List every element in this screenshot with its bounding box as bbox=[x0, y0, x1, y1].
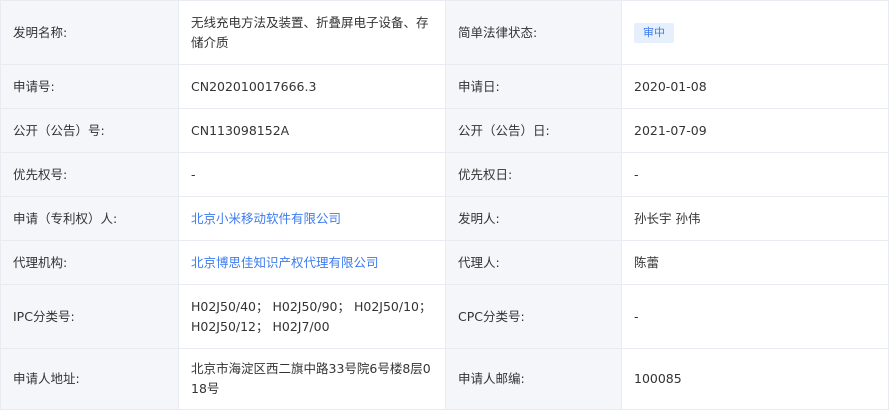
agency-link[interactable]: 北京博思佳知识产权代理有限公司 bbox=[191, 255, 379, 270]
legal-status-label: 简单法律状态: bbox=[445, 0, 622, 65]
publication-number-label: 公开（公告）号: bbox=[0, 108, 179, 153]
cpc-value: - bbox=[621, 284, 889, 349]
legal-status-cell: 审中 bbox=[621, 0, 889, 65]
agent-label: 代理人: bbox=[445, 240, 622, 285]
row-priority: 优先权号: - 优先权日: - bbox=[0, 152, 889, 197]
patent-info-table: 发明名称: 无线充电方法及装置、折叠屏电子设备、存储介质 简单法律状态: 审中 … bbox=[0, 0, 889, 410]
application-date-label: 申请日: bbox=[445, 64, 622, 109]
status-badge: 审中 bbox=[634, 23, 674, 43]
inventor-value: 孙长宇 孙伟 bbox=[621, 196, 889, 241]
applicant-postcode-label: 申请人邮编: bbox=[445, 348, 622, 410]
invention-title-value: 无线充电方法及装置、折叠屏电子设备、存储介质 bbox=[178, 0, 446, 65]
publication-date-label: 公开（公告）日: bbox=[445, 108, 622, 153]
priority-number-label: 优先权号: bbox=[0, 152, 179, 197]
agency-label: 代理机构: bbox=[0, 240, 179, 285]
inventor-label: 发明人: bbox=[445, 196, 622, 241]
ipc-label: IPC分类号: bbox=[0, 284, 179, 349]
applicant-cell: 北京小米移动软件有限公司 bbox=[178, 196, 446, 241]
application-number-value: CN202010017666.3 bbox=[178, 64, 446, 109]
ipc-value: H02J50/40； H02J50/90； H02J50/10； H02J50/… bbox=[178, 284, 446, 349]
priority-number-value: - bbox=[178, 152, 446, 197]
priority-date-value: - bbox=[621, 152, 889, 197]
priority-date-label: 优先权日: bbox=[445, 152, 622, 197]
cpc-label: CPC分类号: bbox=[445, 284, 622, 349]
applicant-postcode-value: 100085 bbox=[621, 348, 889, 410]
publication-date-value: 2021-07-09 bbox=[621, 108, 889, 153]
agent-value: 陈蕾 bbox=[621, 240, 889, 285]
applicant-address-value: 北京市海淀区西二旗中路33号院6号楼8层018号 bbox=[178, 348, 446, 410]
row-publication-number: 公开（公告）号: CN113098152A 公开（公告）日: 2021-07-0… bbox=[0, 108, 889, 153]
applicant-address-label: 申请人地址: bbox=[0, 348, 179, 410]
agency-cell: 北京博思佳知识产权代理有限公司 bbox=[178, 240, 446, 285]
row-applicant: 申请（专利权）人: 北京小米移动软件有限公司 发明人: 孙长宇 孙伟 bbox=[0, 196, 889, 241]
applicant-link[interactable]: 北京小米移动软件有限公司 bbox=[191, 211, 341, 226]
row-agency: 代理机构: 北京博思佳知识产权代理有限公司 代理人: 陈蕾 bbox=[0, 240, 889, 285]
publication-number-value: CN113098152A bbox=[178, 108, 446, 153]
invention-title-label: 发明名称: bbox=[0, 0, 179, 65]
row-classification: IPC分类号: H02J50/40； H02J50/90； H02J50/10；… bbox=[0, 284, 889, 349]
row-application-number: 申请号: CN202010017666.3 申请日: 2020-01-08 bbox=[0, 64, 889, 109]
row-address: 申请人地址: 北京市海淀区西二旗中路33号院6号楼8层018号 申请人邮编: 1… bbox=[0, 348, 889, 410]
applicant-label: 申请（专利权）人: bbox=[0, 196, 179, 241]
application-number-label: 申请号: bbox=[0, 64, 179, 109]
row-invention-title: 发明名称: 无线充电方法及装置、折叠屏电子设备、存储介质 简单法律状态: 审中 bbox=[0, 0, 889, 65]
application-date-value: 2020-01-08 bbox=[621, 64, 889, 109]
